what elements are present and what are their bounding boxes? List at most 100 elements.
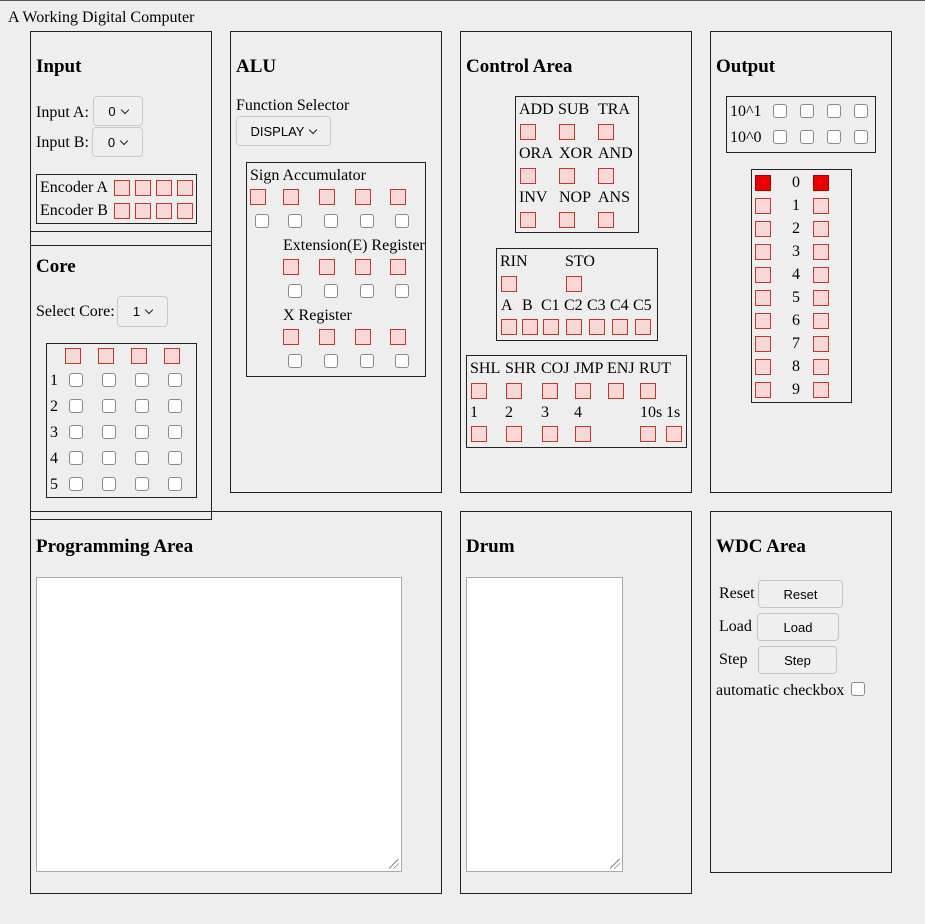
app-title: A Working Digital Computer	[8, 9, 195, 26]
chevron-down-icon	[120, 105, 129, 114]
digit-label: 1	[792, 197, 800, 214]
core-cell-checkbox[interactable]	[69, 451, 83, 465]
core-cell-checkbox[interactable]	[135, 451, 149, 465]
output-display-box: 10^1 10^0	[726, 96, 876, 153]
digit-lamp-left	[755, 175, 771, 191]
core-cell-checkbox[interactable]	[102, 425, 116, 439]
digit-label: 7	[792, 335, 800, 352]
extension-checkbox[interactable]	[360, 284, 374, 298]
accumulator-checkbox[interactable]	[255, 214, 269, 228]
core-cell-checkbox[interactable]	[102, 477, 116, 491]
reset-button[interactable]: Reset	[758, 580, 843, 608]
input-a-select[interactable]: 0	[93, 96, 143, 126]
op-lamp-xor	[559, 168, 575, 184]
op-label-inv: INV	[519, 189, 548, 206]
select-core-dropdown[interactable]: 1	[117, 296, 168, 327]
output-ones-checkbox[interactable]	[800, 130, 814, 144]
sto-lamp	[566, 276, 582, 292]
automatic-checkbox[interactable]	[851, 682, 865, 696]
sign-accumulator-label: Sign Accumulator	[250, 167, 366, 184]
core-cell-checkbox[interactable]	[135, 373, 149, 387]
input-b-select[interactable]: 0	[92, 127, 143, 157]
encoder-b-lamp-4	[177, 203, 193, 219]
output-ones-checkbox[interactable]	[773, 130, 787, 144]
alu-panel: ALU Function Selector DISPLAY Sign Accum…	[230, 31, 442, 493]
digit-label: 9	[792, 381, 800, 398]
accumulator-checkbox[interactable]	[288, 214, 302, 228]
seq-lamp-enj	[608, 383, 624, 399]
core-cell-checkbox[interactable]	[135, 477, 149, 491]
step-label-2: 2	[505, 404, 513, 421]
op-label-tra: TRA	[598, 101, 630, 118]
digit-label: 4	[792, 266, 800, 283]
resize-grip-icon[interactable]	[610, 859, 620, 869]
core-cell-checkbox[interactable]	[135, 399, 149, 413]
timer-label-10s: 10s	[640, 404, 663, 421]
extension-checkbox[interactable]	[324, 284, 338, 298]
core-cell-checkbox[interactable]	[168, 451, 182, 465]
reg-lamp-b	[522, 319, 538, 335]
op-lamp-add	[520, 124, 536, 140]
digit-lamp-left	[755, 336, 771, 352]
accumulator-checkbox[interactable]	[360, 214, 374, 228]
x-register-checkbox[interactable]	[395, 354, 409, 368]
input-panel: Input Input A: 0 Input B: 0 Encoder A En…	[30, 31, 212, 246]
alu-register-box: Sign Accumulator Extension(E) Register X…	[246, 162, 426, 377]
operation-box: ADD SUB TRA ORA XOR AND INV NOP ANS	[515, 96, 639, 233]
output-tens-checkbox[interactable]	[827, 104, 841, 118]
core-cell-checkbox[interactable]	[168, 373, 182, 387]
extension-checkbox[interactable]	[395, 284, 409, 298]
function-selector-value: DISPLAY	[250, 123, 305, 139]
reset-label: Reset	[719, 585, 755, 602]
load-button[interactable]: Load	[757, 613, 839, 641]
encoder-a-label: Encoder A	[40, 179, 108, 196]
core-cell-checkbox[interactable]	[135, 425, 149, 439]
input-heading: Input	[36, 56, 82, 77]
core-cell-checkbox[interactable]	[69, 373, 83, 387]
x-register-checkbox[interactable]	[288, 354, 302, 368]
core-cell-checkbox[interactable]	[102, 399, 116, 413]
digit-label: 0	[792, 174, 800, 191]
step-label-4: 4	[574, 404, 582, 421]
digit-lamp-right	[813, 359, 829, 375]
function-selector-dropdown[interactable]: DISPLAY	[236, 116, 331, 146]
core-grid: 1 2 3 4 5	[46, 343, 197, 498]
top-rule	[0, 0, 925, 1]
core-cell-checkbox[interactable]	[102, 373, 116, 387]
digit-lamp-left	[755, 313, 771, 329]
accumulator-checkbox[interactable]	[324, 214, 338, 228]
core-row-label: 2	[50, 398, 58, 415]
reg-lamp-c1	[543, 319, 559, 335]
op-label-nop: NOP	[559, 189, 592, 206]
core-cell-checkbox[interactable]	[168, 425, 182, 439]
output-tens-checkbox[interactable]	[854, 104, 868, 118]
op-lamp-sub	[559, 124, 575, 140]
op-lamp-ora	[520, 168, 536, 184]
accumulator-checkbox[interactable]	[395, 214, 409, 228]
drum-textarea[interactable]	[466, 577, 623, 872]
output-ones-checkbox[interactable]	[854, 130, 868, 144]
output-tens-checkbox[interactable]	[773, 104, 787, 118]
core-cell-checkbox[interactable]	[69, 425, 83, 439]
programming-heading: Programming Area	[36, 536, 194, 557]
output-panel: Output 10^1 10^0 0 1 2 3 4 5 6 7 8 9	[710, 31, 892, 493]
core-cell-checkbox[interactable]	[168, 477, 182, 491]
extension-checkbox[interactable]	[288, 284, 302, 298]
program-textarea[interactable]	[36, 577, 402, 872]
select-core-label: Select Core:	[36, 303, 115, 320]
step-button[interactable]: Step	[758, 646, 837, 674]
chevron-down-icon	[119, 136, 129, 145]
timer-lamp-1s	[666, 426, 682, 442]
seq-label-shr: SHR	[505, 360, 537, 377]
digit-display-box: 0 1 2 3 4 5 6 7 8 9	[751, 169, 852, 403]
x-register-checkbox[interactable]	[360, 354, 374, 368]
output-ones-checkbox[interactable]	[827, 130, 841, 144]
core-cell-checkbox[interactable]	[69, 399, 83, 413]
core-cell-checkbox[interactable]	[168, 399, 182, 413]
core-cell-checkbox[interactable]	[69, 477, 83, 491]
resize-grip-icon[interactable]	[389, 859, 399, 869]
output-tens-checkbox[interactable]	[800, 104, 814, 118]
x-register-checkbox[interactable]	[324, 354, 338, 368]
core-lamp-1	[65, 348, 81, 364]
core-cell-checkbox[interactable]	[102, 451, 116, 465]
